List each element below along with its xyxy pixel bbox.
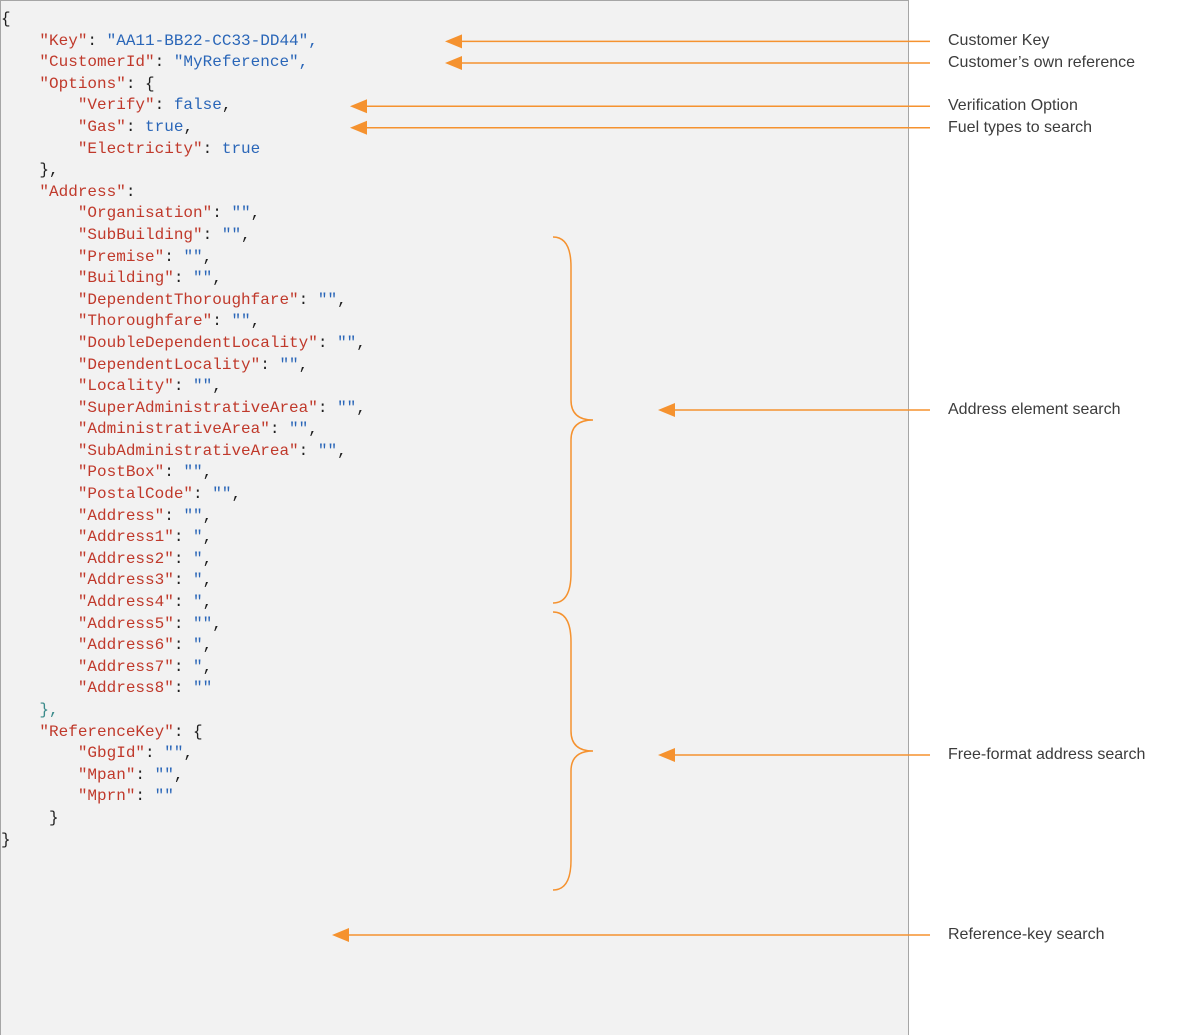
callout-arrowhead-icon: [350, 120, 367, 135]
callout-arrowhead-icon: [350, 99, 367, 114]
callout-arrowhead-icon: [658, 403, 675, 417]
callout-arrowhead-icon: [658, 748, 675, 762]
callout-arrowhead-icon: [445, 56, 462, 70]
callout-label: Fuel types to search: [948, 118, 1093, 136]
callout-label: Customer’s own reference: [948, 54, 1136, 71]
callout-arrowhead-icon: [445, 34, 462, 49]
callout-label: Reference-key search: [948, 926, 1105, 943]
callout-label: Customer Key: [948, 32, 1050, 50]
callout-arrowhead-icon: [332, 928, 349, 942]
free-format-address-brace-icon: [552, 611, 594, 891]
annotation-overlay: [332, 34, 930, 942]
callout-label: Free-format address search: [948, 746, 1146, 763]
address-element-brace-icon: [552, 236, 594, 604]
callout-label: Address element search: [948, 401, 1121, 418]
callout-label: Verification Option: [948, 97, 1078, 115]
